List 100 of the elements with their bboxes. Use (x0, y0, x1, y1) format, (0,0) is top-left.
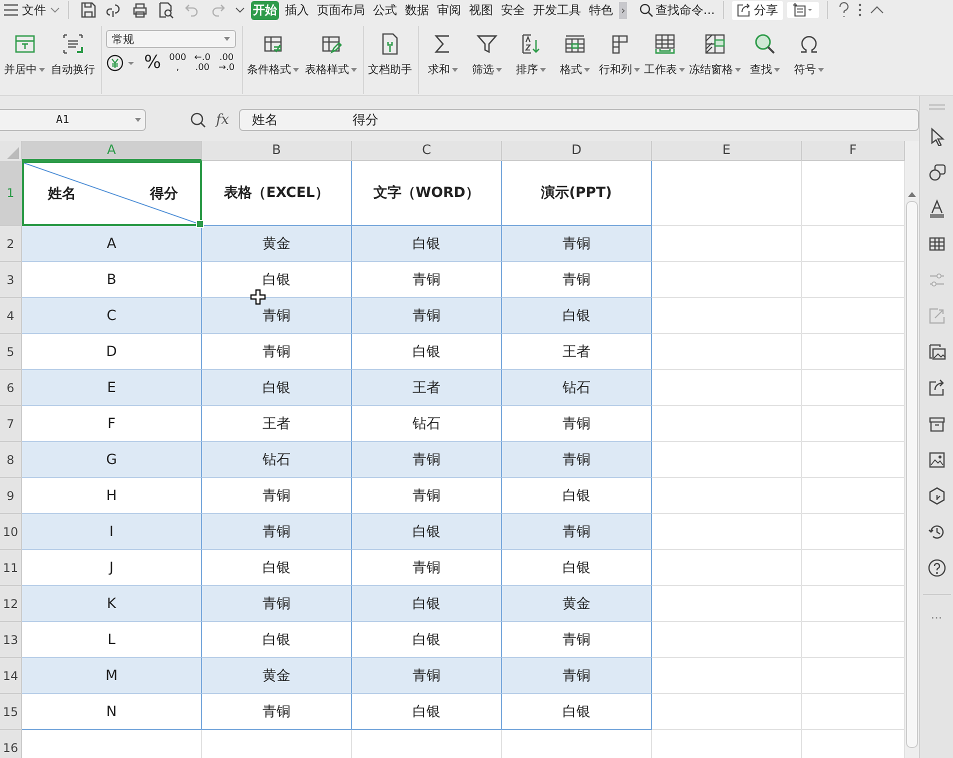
number-format-select[interactable]: 常规 (106, 30, 236, 48)
file-menu[interactable]: 文件 (22, 2, 46, 18)
worksheet-icon (652, 32, 676, 56)
share-button[interactable]: 分享 (732, 0, 783, 20)
table-cell: 白银 (412, 594, 440, 612)
row-number[interactable]: 16 (0, 730, 22, 758)
ribbon-button[interactable]: 行和列 (599, 32, 640, 77)
table-cell: 得分 (150, 185, 178, 203)
row-number[interactable]: 10 (0, 514, 22, 550)
ribbon-button[interactable]: 符号 (789, 32, 829, 77)
table-cell: L (108, 632, 116, 648)
menu-icon[interactable] (4, 4, 18, 16)
table-cell: 白银 (412, 342, 440, 360)
search-icon (639, 3, 654, 17)
number-format-button[interactable]: ←.0 .00 (194, 52, 210, 72)
drag-handle-icon[interactable] (928, 104, 944, 110)
ribbon-tab[interactable]: 插入 (283, 0, 311, 20)
more-icon[interactable] (858, 2, 862, 18)
ribbon-button[interactable]: 求和 (423, 32, 463, 77)
table-cell: 王者 (412, 378, 440, 396)
table-cell: 黄金 (262, 234, 290, 252)
column-header[interactable]: E (652, 141, 802, 161)
dropdown-icon[interactable] (235, 7, 245, 13)
shapes-icon[interactable] (926, 162, 946, 182)
share-icon[interactable] (926, 378, 946, 398)
command-search[interactable]: 查找命令... (639, 2, 715, 18)
column-header[interactable]: D (502, 141, 652, 161)
ribbon-tab[interactable]: 公式 (371, 0, 399, 20)
preview-icon[interactable] (157, 1, 175, 19)
row-number[interactable]: 14 (0, 658, 22, 694)
chevron-down-icon[interactable] (50, 7, 60, 13)
row-number[interactable]: 3 (0, 262, 22, 298)
ribbon-button[interactable]: 排序 (511, 32, 551, 77)
row-number[interactable]: 15 (0, 694, 22, 730)
row-number[interactable]: 9 (0, 478, 22, 514)
function-button[interactable]: fx (216, 112, 230, 128)
ribbon-button[interactable]: 并居中 (4, 32, 45, 77)
table-cell: 青铜 (412, 666, 440, 684)
number-format-button[interactable]: 000 , (169, 52, 186, 72)
column-header[interactable]: B (202, 141, 352, 161)
collapse-icon[interactable] (870, 6, 884, 14)
images-icon[interactable] (926, 342, 946, 362)
table-cell: 青铜 (262, 486, 290, 504)
column-header[interactable]: C (352, 141, 502, 161)
table-cell: 白银 (262, 378, 290, 396)
fill-handle[interactable] (196, 220, 204, 228)
image-icon[interactable] (926, 450, 946, 470)
ribbon-button[interactable]: 自动换行 (51, 32, 95, 77)
ribbon-button[interactable]: 查找 (745, 32, 785, 77)
ribbon-button[interactable]: 条件格式 (247, 32, 299, 77)
row-number[interactable]: 11 (0, 550, 22, 586)
help-icon[interactable] (838, 2, 850, 18)
wrap-icon (61, 32, 85, 56)
help-icon[interactable] (926, 558, 946, 578)
zoom-icon[interactable] (190, 112, 206, 128)
vertical-scrollbar[interactable] (905, 141, 919, 758)
ribbon-tab[interactable]: 视图 (467, 0, 495, 20)
table-cell: 钻石 (562, 378, 590, 396)
table-cell: 白银 (262, 270, 290, 288)
more-tabs-button[interactable]: › (619, 2, 628, 18)
ribbon-tab[interactable]: 开始 (251, 0, 279, 20)
formula-field[interactable]: 姓名 得分 (239, 108, 919, 130)
table-cell: 青铜 (562, 234, 590, 252)
printer-icon[interactable] (131, 1, 149, 19)
ribbon-tab[interactable]: 审阅 (435, 0, 463, 20)
table-cell: 青铜 (412, 486, 440, 504)
table-cell: 黄金 (262, 666, 290, 684)
row-number[interactable]: 7 (0, 406, 22, 442)
table-cell: 青铜 (562, 630, 590, 648)
table-cell: H (106, 488, 117, 504)
ribbon-button[interactable]: 冻结窗格 (689, 32, 741, 77)
save-icon[interactable] (79, 1, 97, 19)
row-number[interactable]: 5 (0, 334, 22, 370)
number-format-button[interactable]: .00 →.0 (218, 52, 235, 72)
table-cell: C (106, 308, 116, 324)
row-number[interactable]: 2 (0, 226, 22, 262)
row-number[interactable]: 12 (0, 586, 22, 622)
arrow-up-icon[interactable] (908, 191, 916, 197)
ribbon-tab[interactable]: 页面布局 (315, 0, 367, 20)
table-cell: 白银 (562, 702, 590, 720)
ribbon-button[interactable]: 格式 (555, 32, 595, 77)
row-number[interactable]: 6 (0, 370, 22, 406)
ribbon-tab[interactable]: 安全 (499, 0, 527, 20)
row-number[interactable]: 8 (0, 442, 22, 478)
row-number[interactable]: 4 (0, 298, 22, 334)
ribbon-tab[interactable]: 开发工具 (531, 0, 583, 20)
table-cell: 王者 (562, 342, 590, 360)
name-box[interactable]: A1 (0, 108, 146, 130)
notes-icon (792, 3, 814, 17)
ribbon-tab[interactable]: 特色 (587, 0, 615, 20)
percent-button[interactable]: % (144, 52, 162, 73)
row-number[interactable]: 13 (0, 622, 22, 658)
ribbon-tab[interactable]: 数据 (403, 0, 431, 20)
notes-button[interactable] (786, 2, 819, 18)
ribbon-button[interactable]: 工作表 (644, 32, 685, 77)
ribbon-button[interactable]: 文档助手 (368, 32, 412, 77)
currency-icon[interactable] (106, 54, 136, 72)
ribbon-button[interactable]: 筛选 (467, 32, 507, 77)
table-cell: 演示(PPT) (541, 184, 612, 202)
ribbon-button[interactable]: 表格样式 (305, 32, 357, 77)
